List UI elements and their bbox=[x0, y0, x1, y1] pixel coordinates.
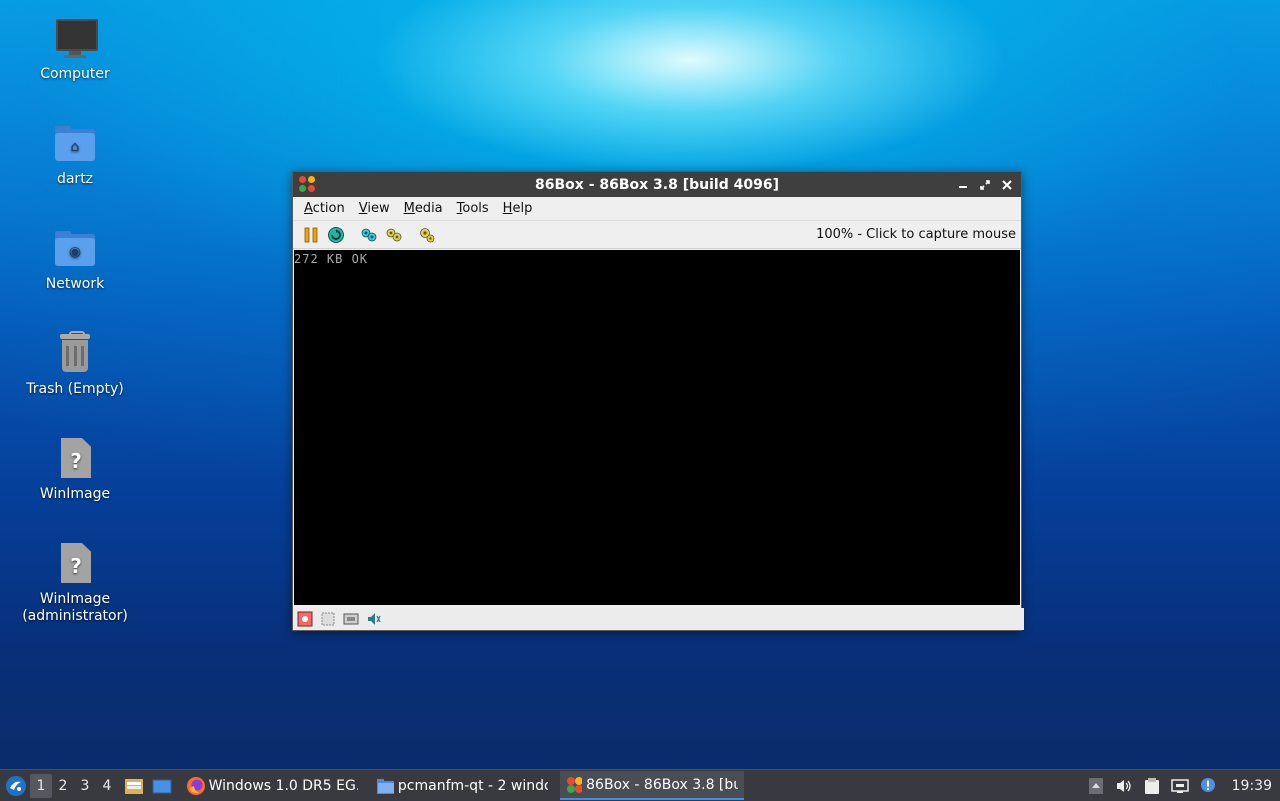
unknown-file-icon: ? bbox=[51, 541, 99, 589]
menu-action[interactable]: Action bbox=[297, 199, 352, 218]
computer-icon bbox=[51, 16, 99, 64]
home-folder-icon: ⌂ bbox=[51, 121, 99, 169]
menu-media[interactable]: Media bbox=[397, 199, 450, 218]
86box-window: 86Box - 86Box 3.8 [build 4096] Action Vi… bbox=[292, 171, 1024, 631]
desktop-icon-label: WinImage (administrator) bbox=[22, 591, 128, 624]
folder-icon bbox=[377, 778, 394, 794]
desktop-icon-label: Computer bbox=[40, 66, 110, 82]
taskbar-clock[interactable]: 19:39 bbox=[1232, 778, 1272, 794]
desktop-icon-label: dartz bbox=[56, 171, 94, 187]
unknown-file-icon: ? bbox=[51, 436, 99, 484]
minimize-button[interactable] bbox=[954, 176, 972, 194]
menu-help[interactable]: Help bbox=[496, 199, 540, 218]
menu-view[interactable]: View bbox=[352, 199, 397, 218]
close-icon bbox=[1002, 179, 1012, 190]
desktop-icon-home-folder[interactable]: ⌂ dartz bbox=[15, 121, 135, 188]
86box-app-icon bbox=[567, 776, 583, 793]
network-folder-icon: ◉ bbox=[51, 226, 99, 274]
taskbar: 1 2 3 4 Windows 1.0 DR5 EG... pcmanfm-qt… bbox=[0, 769, 1280, 801]
lubuntu-logo-icon bbox=[6, 775, 26, 796]
desktop-icon-winimage-admin[interactable]: ? WinImage (administrator) bbox=[15, 541, 135, 625]
desktop-icon-label: Network bbox=[45, 276, 105, 292]
workspace-4[interactable]: 4 bbox=[96, 774, 118, 798]
notification-icon bbox=[1200, 777, 1215, 792]
desktop-icon-trash[interactable]: Trash (Empty) bbox=[15, 331, 135, 398]
tray-expand-button[interactable] bbox=[1086, 776, 1106, 796]
firefox-icon bbox=[187, 776, 205, 795]
menu-bar: Action View Media Tools Help bbox=[293, 197, 1021, 221]
maximize-button[interactable] bbox=[976, 176, 994, 194]
cassette-status-icon[interactable] bbox=[296, 611, 313, 628]
ctrl-alt-esc-icon bbox=[386, 228, 402, 241]
gear-icon bbox=[420, 227, 435, 242]
emulator-screen[interactable]: 272 KB OK bbox=[294, 250, 1020, 605]
close-button[interactable] bbox=[998, 176, 1016, 194]
speaker-icon bbox=[1116, 779, 1131, 792]
network-icon bbox=[1170, 778, 1189, 793]
cartridge-status-icon[interactable] bbox=[319, 611, 336, 628]
86box-app-icon[interactable] bbox=[299, 176, 316, 193]
trash-icon bbox=[51, 331, 99, 379]
maximize-icon bbox=[980, 179, 990, 190]
workspace-1[interactable]: 1 bbox=[30, 773, 52, 798]
pause-button[interactable] bbox=[301, 225, 321, 245]
chevron-up-icon bbox=[1088, 777, 1103, 794]
capture-status: 100% - Click to capture mouse bbox=[816, 227, 1016, 242]
update-notifier[interactable] bbox=[1198, 776, 1218, 796]
file-manager-icon bbox=[125, 778, 143, 794]
ctrl-alt-del-icon bbox=[361, 228, 377, 241]
network-tray[interactable] bbox=[1170, 776, 1190, 796]
window-titlebar[interactable]: 86Box - 86Box 3.8 [build 4096] bbox=[293, 172, 1021, 197]
ctrl-alt-del-button[interactable] bbox=[359, 225, 379, 245]
workspace-3[interactable]: 3 bbox=[74, 774, 96, 798]
desktop-icon-network[interactable]: ◉ Network bbox=[15, 226, 135, 293]
hard-reset-button[interactable] bbox=[326, 225, 346, 245]
show-desktop-icon bbox=[152, 779, 172, 793]
volume-control[interactable] bbox=[1114, 776, 1134, 796]
desktop-icon-winimage[interactable]: ? WinImage bbox=[15, 436, 135, 503]
system-tray: 19:39 bbox=[1086, 776, 1272, 796]
menu-tools[interactable]: Tools bbox=[450, 199, 496, 218]
show-desktop-button[interactable] bbox=[150, 774, 174, 798]
clipboard-icon bbox=[1144, 777, 1159, 794]
desktop-icon-label: WinImage bbox=[39, 486, 111, 502]
window-title: 86Box - 86Box 3.8 [build 4096] bbox=[535, 176, 779, 193]
ctrl-alt-esc-button[interactable] bbox=[384, 225, 404, 245]
window-statusbar bbox=[293, 608, 1024, 630]
task-86box[interactable]: 86Box - 86Box 3.8 [bu... bbox=[560, 771, 744, 800]
pause-icon bbox=[304, 227, 318, 242]
boot-memory-text: 272 KB OK bbox=[294, 252, 369, 266]
start-menu-button[interactable] bbox=[2, 772, 30, 800]
desktop-icon-label: Trash (Empty) bbox=[26, 381, 124, 397]
settings-button[interactable] bbox=[417, 225, 437, 245]
sound-status-icon[interactable] bbox=[365, 611, 382, 628]
floppy-status-icon[interactable] bbox=[342, 611, 359, 628]
desktop-icon-computer[interactable]: Computer bbox=[15, 16, 135, 83]
reset-icon bbox=[328, 226, 344, 243]
file-manager-launcher[interactable] bbox=[122, 774, 146, 798]
task-windows-dr5[interactable]: Windows 1.0 DR5 EG... bbox=[180, 771, 364, 800]
clipboard-tray[interactable] bbox=[1142, 776, 1162, 796]
workspace-2[interactable]: 2 bbox=[52, 774, 74, 798]
toolbar: 100% - Click to capture mouse bbox=[293, 221, 1021, 249]
task-pcmanfm[interactable]: pcmanfm-qt - 2 windo... bbox=[370, 771, 554, 800]
minimize-icon bbox=[959, 185, 967, 188]
